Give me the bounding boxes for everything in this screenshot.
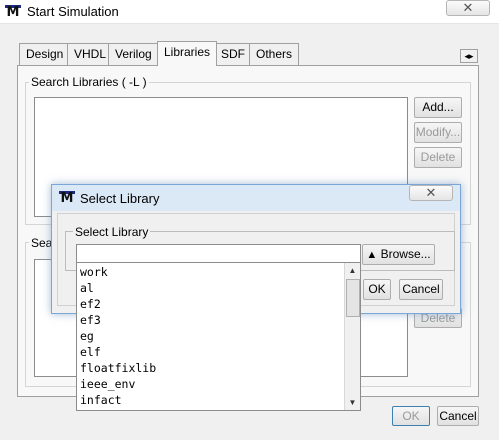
ok-button[interactable]: OK <box>392 406 430 426</box>
dropdown-items: work al ef2 ef3 eg elf floatfixlib ieee_… <box>77 264 343 408</box>
list-item[interactable]: ieee_env <box>77 376 343 392</box>
list-item[interactable]: floatfixlib <box>77 360 343 376</box>
list-item[interactable]: eg <box>77 328 343 344</box>
dialog-ok-button[interactable]: OK <box>363 279 391 300</box>
dialog-title-bar: M Select Library ✕ <box>52 185 460 211</box>
search-libraries-legend: Search Libraries ( -L ) <box>29 75 149 89</box>
tab-sdf[interactable]: SDF <box>214 43 252 65</box>
select-library-legend: Select Library <box>73 225 151 239</box>
tab-libraries[interactable]: Libraries <box>157 41 218 66</box>
close-icon: ✕ <box>425 186 437 201</box>
list-item[interactable]: al <box>77 280 343 296</box>
library-name-input[interactable] <box>76 244 361 264</box>
tab-design[interactable]: Design <box>19 43 71 65</box>
tab-vhdl[interactable]: VHDL <box>67 43 114 65</box>
scroll-down-icon[interactable]: ▼ <box>345 395 360 410</box>
dialog-cancel-button[interactable]: Cancel <box>399 279 443 300</box>
cancel-button[interactable]: Cancel <box>437 406 479 426</box>
tab-scroll-control[interactable]: ◂▸ <box>460 49 478 63</box>
dialog-title: Select Library <box>80 191 160 206</box>
browse-button[interactable]: ▲ Browse... <box>362 244 435 265</box>
delete-library-button[interactable]: Delete <box>414 147 462 168</box>
title-bar: M Start Simulation ✕ <box>0 0 499 24</box>
triangle-up-icon: ▲ <box>366 249 378 261</box>
list-item[interactable]: ef3 <box>77 312 343 328</box>
dialog-close-button[interactable]: ✕ <box>409 185 453 201</box>
scroll-up-icon[interactable]: ▲ <box>345 263 360 278</box>
tab-others[interactable]: Others <box>249 43 300 65</box>
tab-verilog[interactable]: Verilog <box>108 43 159 65</box>
list-item[interactable]: elf <box>77 344 343 360</box>
tab-scroll-right-icon[interactable]: ▸ <box>469 51 474 61</box>
library-dropdown-list[interactable]: work al ef2 ef3 eg elf floatfixlib ieee_… <box>76 262 361 411</box>
dialog-logo-icon: M <box>59 191 75 206</box>
list-item[interactable]: work <box>77 264 343 280</box>
add-library-button[interactable]: Add... <box>414 97 462 118</box>
app-logo-icon: M <box>5 5 21 20</box>
close-icon: ✕ <box>462 1 474 16</box>
window-title: Start Simulation <box>27 4 119 19</box>
list-item[interactable]: infact <box>77 392 343 408</box>
modify-library-button[interactable]: Modify... <box>414 122 462 143</box>
list-item[interactable]: ef2 <box>77 296 343 312</box>
dropdown-scrollbar[interactable]: ▲ ▼ <box>344 263 360 410</box>
close-window-button[interactable]: ✕ <box>446 0 490 16</box>
scrollbar-thumb[interactable] <box>346 279 360 317</box>
